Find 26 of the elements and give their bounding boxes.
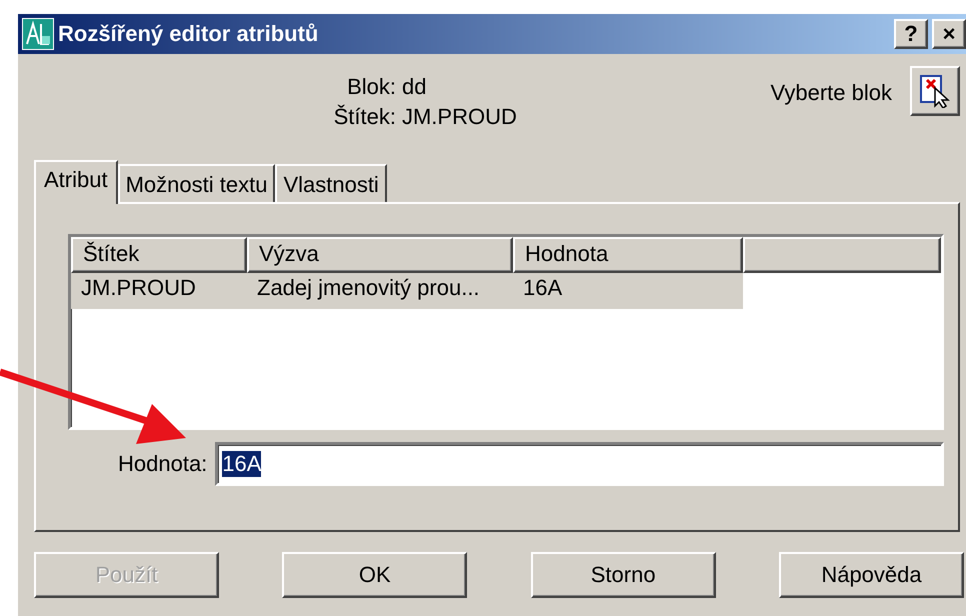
table-cell[interactable]: JM.PROUD xyxy=(71,273,247,309)
dialog-button[interactable]: Nápověda xyxy=(778,552,964,598)
tab[interactable]: Možnosti textu xyxy=(118,164,276,202)
info-label: Blok: xyxy=(346,74,396,100)
table-cell[interactable]: 16A xyxy=(513,273,743,309)
tab[interactable]: Atribut xyxy=(34,160,118,204)
field-value: 16A xyxy=(222,451,262,477)
column-header[interactable]: Hodnota xyxy=(513,237,743,273)
info-value: JM.PROUD xyxy=(402,104,518,130)
column-header[interactable]: Výzva xyxy=(247,237,513,273)
pick-cursor-icon xyxy=(919,74,951,108)
app-icon xyxy=(22,18,54,50)
select-block-button[interactable] xyxy=(910,66,960,116)
tab[interactable]: Vlastnosti xyxy=(275,164,387,202)
help-button[interactable]: ? xyxy=(894,19,928,49)
value-field[interactable]: 16A xyxy=(215,442,944,486)
dialog-button[interactable]: Storno xyxy=(530,552,716,598)
column-header[interactable]: Štítek xyxy=(71,237,247,273)
dialog-button[interactable]: OK xyxy=(282,552,468,598)
window-title: Rozšířený editor atributů xyxy=(58,21,320,47)
table-cell[interactable]: Zadej jmenovitý prou... xyxy=(247,273,513,309)
info-value: dd xyxy=(402,74,428,100)
info-label: Štítek: xyxy=(332,104,396,130)
close-button[interactable]: × xyxy=(932,19,966,49)
select-block-label: Vyberte blok xyxy=(770,80,892,106)
field-label: Hodnota: xyxy=(118,451,208,477)
